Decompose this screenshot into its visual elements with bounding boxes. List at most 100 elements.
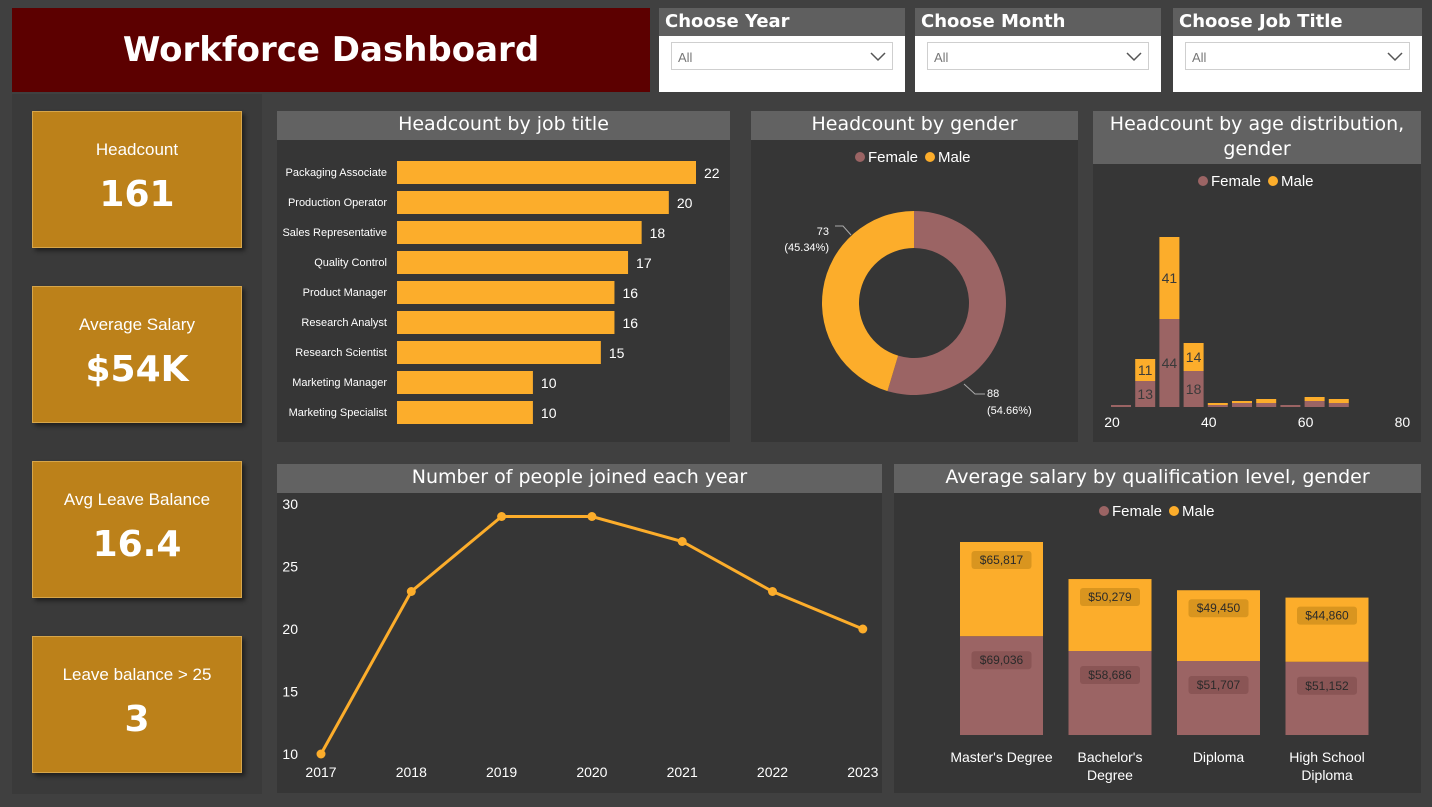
legend-male-marker: [1268, 176, 1278, 186]
job-title-data-label: 15: [609, 345, 625, 361]
kpi-headcount-card[interactable]: Headcount 161: [32, 111, 242, 248]
age-x-tick-label: 80: [1395, 414, 1411, 430]
joined-y-tick-label: 15: [282, 684, 298, 700]
kpi-avg-leave-balance-card[interactable]: Avg Leave Balance 16.4: [32, 461, 242, 598]
joined-x-tick-label: 2019: [486, 764, 517, 780]
age-bar-female: [1256, 403, 1277, 407]
age-bar-male: [1207, 403, 1228, 405]
page-title: Workforce Dashboard: [122, 30, 540, 70]
kpi-average-salary-card[interactable]: Average Salary $54K: [32, 286, 242, 423]
age-data-label-female: 44: [1162, 355, 1178, 371]
age-data-label-male: 14: [1186, 349, 1202, 365]
age-data-label-female: 13: [1137, 386, 1153, 402]
joined-each-year-card[interactable]: Number of people joined each year 10 15 20…: [277, 464, 882, 793]
dashboard-title-banner: Workforce Dashboard: [12, 8, 650, 92]
chevron-down-icon: [1126, 52, 1142, 62]
qualification-salary-chart: Female Male $69,036 $65,817 Master's Degree $…: [950, 503, 1369, 783]
age-bar-male: [1328, 399, 1349, 403]
qualification-data-label-female: $69,036: [980, 653, 1024, 667]
kpi-label: Leave balance > 25: [62, 665, 212, 684]
headcount-by-job-title-card[interactable]: Headcount by job title Packaging Associa…: [277, 111, 730, 442]
age-bar-female: [1232, 403, 1252, 407]
kpi-label: Avg Leave Balance: [63, 490, 211, 509]
kpi-value: 16.4: [92, 524, 182, 565]
year-dropdown[interactable]: All: [671, 42, 893, 70]
gender-data-label-female-pct: (54.66%): [987, 405, 1032, 417]
chevron-down-icon: [870, 52, 886, 62]
job-title-bar: [397, 281, 615, 304]
qualification-data-label-male: $44,860: [1305, 609, 1349, 623]
qualification-data-label-male: $49,450: [1197, 601, 1241, 615]
job-title-slicer-title: Choose Job Title: [1173, 8, 1422, 36]
age-bar-male: [1232, 401, 1252, 403]
year-slicer: Choose Year All: [659, 8, 905, 92]
kpi-leave-balance-over-25-card[interactable]: Leave balance > 25 3: [32, 636, 242, 773]
job-title-bar: [397, 311, 615, 334]
qualification-bar-female: [1068, 651, 1152, 735]
job-title-dropdown[interactable]: All: [1185, 42, 1410, 70]
chart-title: Average salary by qualification level, g…: [894, 464, 1421, 493]
headcount-by-age-card[interactable]: Headcount by age distribution, gender Fe…: [1093, 111, 1421, 442]
kpi-value: $54K: [85, 349, 189, 390]
chevron-down-icon: [1387, 52, 1403, 62]
job-title-tick-label: Marketing Specialist: [289, 407, 387, 419]
job-title-bar: [397, 191, 669, 214]
job-title-bar: [397, 371, 533, 394]
qualification-data-label-female: $51,707: [1197, 678, 1241, 692]
job-title-tick-label: Research Analyst: [301, 317, 387, 329]
legend-female-label: Female: [868, 149, 918, 166]
joined-point: [587, 512, 597, 521]
joined-point: [768, 587, 777, 596]
joined-x-tick-label: 2023: [847, 764, 878, 780]
qualification-data-label-female: $58,686: [1088, 668, 1132, 682]
joined-point: [497, 512, 507, 521]
joined-y-tick-label: 30: [282, 496, 298, 512]
legend-male-label: Male: [1281, 173, 1314, 190]
job-title-bar-chart: Packaging Associate 22 Production Operator…: [282, 161, 720, 424]
job-title-data-label: 10: [541, 405, 557, 421]
joined-x-tick-label: 2021: [667, 764, 698, 780]
job-title-data-label: 10: [541, 375, 557, 391]
joined-point: [316, 749, 326, 759]
joined-y-tick-label: 10: [282, 746, 298, 762]
job-title-tick-label: Product Manager: [303, 287, 388, 299]
chart-title: Number of people joined each year: [277, 464, 882, 493]
job-title-data-label: 16: [622, 285, 638, 301]
chart-title: Headcount by gender: [751, 111, 1078, 140]
qualification-data-label-male: $65,817: [980, 553, 1024, 567]
job-title-tick-label: Quality Control: [314, 257, 387, 269]
job-title-data-label: 17: [636, 255, 652, 271]
age-bar-female: [1111, 405, 1131, 407]
chart-title: Headcount by age distribution, gender: [1093, 111, 1421, 164]
age-x-tick-label: 40: [1201, 414, 1217, 430]
qualification-bar-female: [960, 636, 1043, 735]
year-slicer-title: Choose Year: [659, 8, 905, 36]
age-data-label-male: 11: [1138, 362, 1153, 378]
qualification-x-tick-label: Degree: [1087, 767, 1133, 783]
legend-male-label: Male: [1182, 503, 1215, 520]
kpi-label: Headcount: [95, 140, 179, 159]
age-bar-female: [1207, 405, 1228, 407]
job-title-data-label: 18: [650, 225, 666, 241]
job-title-bar: [397, 251, 629, 274]
qualification-x-tick-label: Bachelor's: [1078, 749, 1143, 765]
job-title-slicer: Choose Job Title All: [1173, 8, 1422, 92]
age-data-label-male: 41: [1162, 270, 1178, 286]
year-dropdown-value: All: [678, 50, 693, 65]
legend-female-marker: [1099, 506, 1109, 516]
qualification-bar-female: [1177, 660, 1260, 735]
job-title-data-label: 20: [677, 195, 693, 211]
qualification-x-tick-label: Diploma: [1301, 767, 1353, 783]
age-x-tick-label: 20: [1104, 414, 1120, 430]
legend-female-label: Female: [1112, 503, 1162, 520]
chart-title: Headcount by job title: [277, 111, 730, 140]
joined-x-tick-label: 2020: [576, 764, 607, 780]
joined-x-tick-label: 2018: [396, 764, 427, 780]
job-title-tick-label: Marketing Manager: [292, 377, 387, 389]
joined-line-chart: 10 15 20 25 30 2017 2018 2019 2020 2021 2022 2023: [282, 496, 878, 780]
joined-point: [677, 537, 687, 546]
headcount-by-gender-card[interactable]: Headcount by gender Female Male 88 (54.66%)…: [751, 111, 1078, 442]
qualification-data-label-female: $51,152: [1305, 679, 1349, 693]
month-dropdown[interactable]: All: [927, 42, 1149, 70]
salary-by-qualification-card[interactable]: Average salary by qualification level, g…: [894, 464, 1421, 793]
